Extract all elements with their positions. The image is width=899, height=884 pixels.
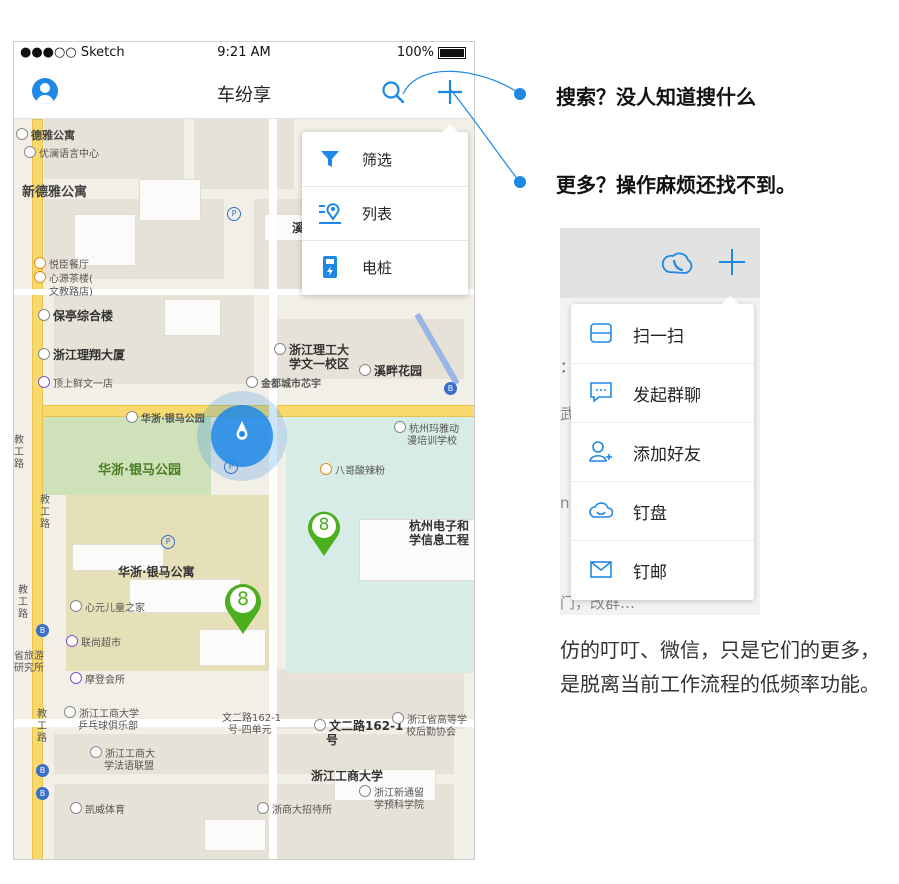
group-chat-icon xyxy=(590,382,612,403)
reference-topbar xyxy=(560,228,760,298)
callout-dot xyxy=(514,176,526,188)
callout-dot xyxy=(514,88,526,100)
reference-more-menu: 扫一扫 发起群聊 添加好友 钉盘 钉邮 xyxy=(571,296,754,600)
reference-item-scan: 扫一扫 xyxy=(571,304,754,364)
reference-item-group-chat: 发起群聊 xyxy=(571,363,754,423)
reference-screenshot: ：" 武 n 门，改群… 扫一扫 发起群聊 添加好友 xyxy=(560,228,760,615)
callout-connectors xyxy=(402,70,520,182)
cloud-drive-icon xyxy=(589,502,613,518)
reference-item-add-friend: 添加好友 xyxy=(571,422,754,482)
add-friend-icon xyxy=(589,441,612,462)
phone-call-icon xyxy=(661,252,693,274)
reference-item-mail: 钉邮 xyxy=(571,540,754,599)
plus-icon xyxy=(719,249,745,275)
callout-more: 更多？操作麻烦还找不到。 xyxy=(556,173,796,197)
scan-icon xyxy=(590,323,612,343)
reference-item-cloud-drive: 钉盘 xyxy=(571,481,754,541)
background-text: n xyxy=(560,494,570,512)
callout-search: 搜索？没人知道搜什么 xyxy=(556,85,756,109)
mail-icon xyxy=(590,561,612,578)
description-text: 仿的叮叮、微信，只是它们的更多，是脱离当前工作流程的低频率功能。 xyxy=(560,638,880,696)
